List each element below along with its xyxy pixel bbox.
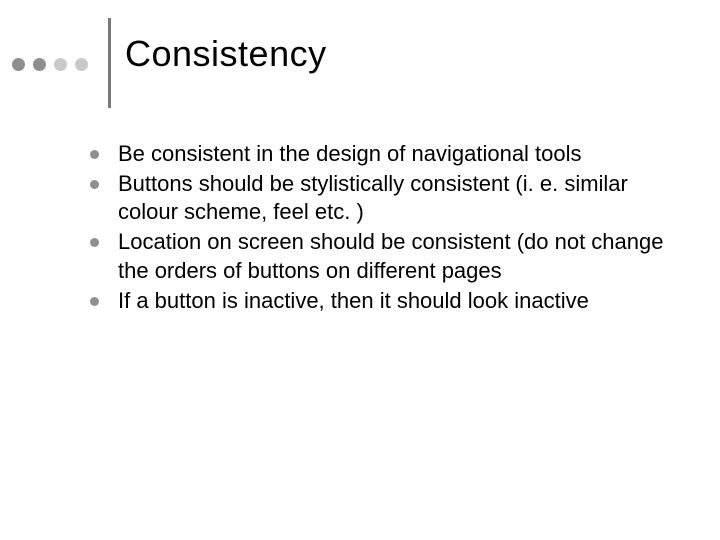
list-item: Be consistent in the design of navigatio…: [90, 140, 680, 168]
slide-body: Be consistent in the design of navigatio…: [90, 140, 680, 317]
dot-icon: [33, 58, 46, 71]
list-item: Buttons should be stylistically consiste…: [90, 170, 680, 226]
vertical-divider: [108, 18, 111, 108]
dot-icon: [12, 58, 25, 71]
slide-title: Consistency: [125, 33, 327, 75]
accent-dots: [12, 58, 88, 71]
list-item: Location on screen should be consistent …: [90, 228, 680, 284]
slide-header: Consistency: [10, 28, 700, 108]
dot-icon: [54, 58, 67, 71]
bullet-list: Be consistent in the design of navigatio…: [90, 140, 680, 315]
slide: Consistency Be consistent in the design …: [0, 0, 720, 540]
list-item: If a button is inactive, then it should …: [90, 287, 680, 315]
dot-icon: [75, 58, 88, 71]
